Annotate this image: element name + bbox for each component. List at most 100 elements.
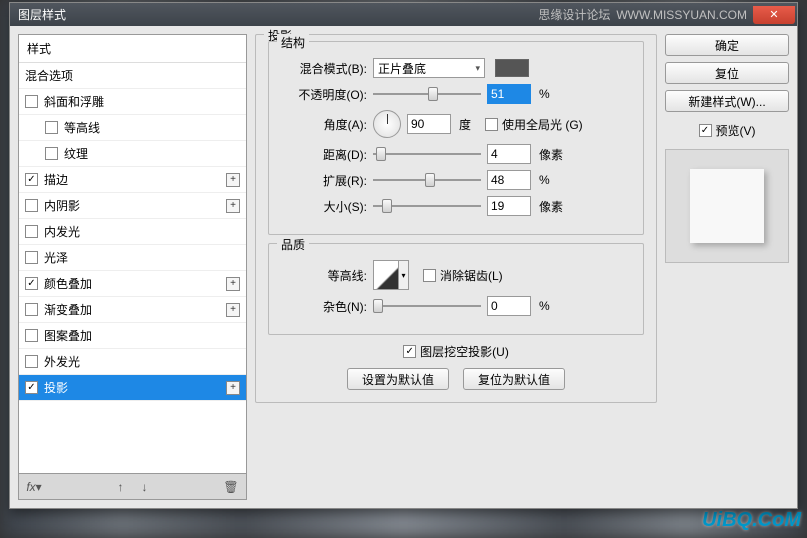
trash-icon[interactable]: 🗑: [222, 478, 240, 496]
add-effect-icon[interactable]: +: [226, 173, 240, 187]
sidebar-item-blending-options[interactable]: 混合选项: [19, 63, 246, 89]
sidebar-item[interactable]: 图案叠加: [19, 323, 246, 349]
new-style-button[interactable]: 新建样式(W)...: [665, 90, 789, 112]
angle-dial[interactable]: [373, 110, 401, 138]
window-title: 图层样式: [18, 6, 66, 23]
global-light-label: 使用全局光 (G): [502, 116, 583, 133]
add-effect-icon[interactable]: +: [226, 381, 240, 395]
spread-unit: %: [539, 173, 550, 187]
fx-menu-icon[interactable]: fx▾: [25, 478, 43, 496]
sidebar-item[interactable]: 内发光: [19, 219, 246, 245]
add-effect-icon[interactable]: +: [226, 277, 240, 291]
sidebar-item[interactable]: ✓描边+: [19, 167, 246, 193]
size-unit: 像素: [539, 198, 563, 215]
global-light-checkbox[interactable]: [485, 118, 498, 131]
sidebar-item-label: 图案叠加: [44, 327, 92, 344]
sidebar-item[interactable]: ✓ 投影 +: [19, 375, 246, 401]
quality-group: 品质 等高线: ▾ 消除锯齿(L) 杂色(N): 0 %: [268, 243, 644, 335]
noise-slider[interactable]: [373, 298, 481, 314]
structure-legend: 结构: [277, 34, 309, 51]
reset-default-button[interactable]: 复位为默认值: [463, 368, 565, 390]
sidebar-item[interactable]: 渐变叠加 +: [19, 297, 246, 323]
quality-legend: 品质: [277, 236, 309, 253]
size-slider[interactable]: [373, 198, 481, 214]
preview-thumbnail: [690, 169, 764, 243]
right-column: 确定 复位 新建样式(W)... ✓ 预览(V): [665, 34, 789, 500]
opacity-slider[interactable]: [373, 86, 481, 102]
sidebar-item[interactable]: 外发光: [19, 349, 246, 375]
angle-unit: 度: [459, 116, 471, 133]
distance-unit: 像素: [539, 146, 563, 163]
sidebar-item-label: 内发光: [44, 223, 80, 240]
style-checkbox[interactable]: [25, 251, 38, 264]
watermark: UiBQ.CoM: [702, 509, 801, 532]
arrow-down-icon[interactable]: ↓: [136, 478, 154, 496]
style-checkbox[interactable]: [25, 95, 38, 108]
style-checkbox[interactable]: [25, 199, 38, 212]
add-effect-icon[interactable]: +: [226, 199, 240, 213]
style-list: 样式 混合选项 斜面和浮雕等高线纹理✓描边+内阴影+内发光光泽✓颜色叠加+渐变叠…: [18, 34, 247, 474]
style-checkbox[interactable]: ✓: [25, 277, 38, 290]
style-checkbox[interactable]: ✓: [25, 381, 38, 394]
angle-input[interactable]: 90: [407, 114, 451, 134]
style-list-header[interactable]: 样式: [19, 35, 246, 63]
add-effect-icon[interactable]: +: [226, 303, 240, 317]
style-checkbox[interactable]: [25, 329, 38, 342]
sidebar-item-label: 外发光: [44, 353, 80, 370]
noise-input[interactable]: 0: [487, 296, 531, 316]
sidebar-item-label: 内阴影: [44, 197, 80, 214]
style-checkbox[interactable]: [45, 147, 58, 160]
distance-label: 距离(D):: [281, 146, 367, 163]
sidebar: 样式 混合选项 斜面和浮雕等高线纹理✓描边+内阴影+内发光光泽✓颜色叠加+渐变叠…: [18, 34, 247, 500]
cancel-button[interactable]: 复位: [665, 62, 789, 84]
style-checkbox[interactable]: [25, 303, 38, 316]
opacity-unit: %: [539, 87, 550, 101]
antialias-label: 消除锯齿(L): [440, 267, 503, 284]
blend-mode-label: 混合模式(B):: [281, 60, 367, 77]
preview-checkbox[interactable]: ✓: [699, 124, 712, 137]
spread-slider[interactable]: [373, 172, 481, 188]
sidebar-item-label: 光泽: [44, 249, 68, 266]
spread-label: 扩展(R):: [281, 172, 367, 189]
close-button[interactable]: ✕: [753, 6, 795, 24]
sidebar-item-label: 投影: [44, 379, 68, 396]
arrow-up-icon[interactable]: ↑: [112, 478, 130, 496]
chevron-down-icon[interactable]: ▾: [398, 261, 408, 289]
distance-slider[interactable]: [373, 146, 481, 162]
sidebar-item[interactable]: 纹理: [19, 141, 246, 167]
sidebar-item-label: 混合选项: [25, 67, 73, 84]
sidebar-item[interactable]: 光泽: [19, 245, 246, 271]
spread-input[interactable]: 48: [487, 170, 531, 190]
contour-picker[interactable]: ▾: [373, 260, 409, 290]
structure-group: 结构 混合模式(B): 正片叠底 不透明度(O): 51 % 角度(A):: [268, 41, 644, 235]
antialias-checkbox[interactable]: [423, 269, 436, 282]
blend-mode-select[interactable]: 正片叠底: [373, 58, 485, 78]
opacity-input[interactable]: 51: [487, 84, 531, 104]
sidebar-item[interactable]: 斜面和浮雕: [19, 89, 246, 115]
angle-label: 角度(A):: [281, 116, 367, 133]
style-checkbox[interactable]: ✓: [25, 173, 38, 186]
sidebar-item[interactable]: 内阴影 +: [19, 193, 246, 219]
size-label: 大小(S):: [281, 198, 367, 215]
style-checkbox[interactable]: [25, 355, 38, 368]
noise-unit: %: [539, 299, 550, 313]
contour-label: 等高线:: [281, 267, 367, 284]
titlebar[interactable]: 图层样式 思缘设计论坛 WWW.MISSYUAN.COM ✕: [10, 3, 797, 26]
knockout-checkbox[interactable]: ✓: [403, 345, 416, 358]
sidebar-item[interactable]: ✓ 颜色叠加 +: [19, 271, 246, 297]
style-checkbox[interactable]: [45, 121, 58, 134]
layer-style-dialog: 图层样式 思缘设计论坛 WWW.MISSYUAN.COM ✕ 样式 混合选项 斜…: [9, 2, 798, 509]
sidebar-item-label: 颜色叠加: [44, 275, 92, 292]
make-default-button[interactable]: 设置为默认值: [347, 368, 449, 390]
sidebar-item-label: 斜面和浮雕: [44, 93, 104, 110]
knockout-label: 图层挖空投影(U): [420, 343, 509, 360]
sidebar-item[interactable]: 等高线: [19, 115, 246, 141]
style-checkbox[interactable]: [25, 225, 38, 238]
sidebar-item-label: 等高线: [64, 119, 100, 136]
sidebar-footer: fx▾ ↑ ↓ 🗑: [18, 474, 247, 500]
distance-input[interactable]: 4: [487, 144, 531, 164]
sidebar-item-label: 渐变叠加: [44, 301, 92, 318]
ok-button[interactable]: 确定: [665, 34, 789, 56]
shadow-color-swatch[interactable]: [495, 59, 529, 77]
size-input[interactable]: 19: [487, 196, 531, 216]
